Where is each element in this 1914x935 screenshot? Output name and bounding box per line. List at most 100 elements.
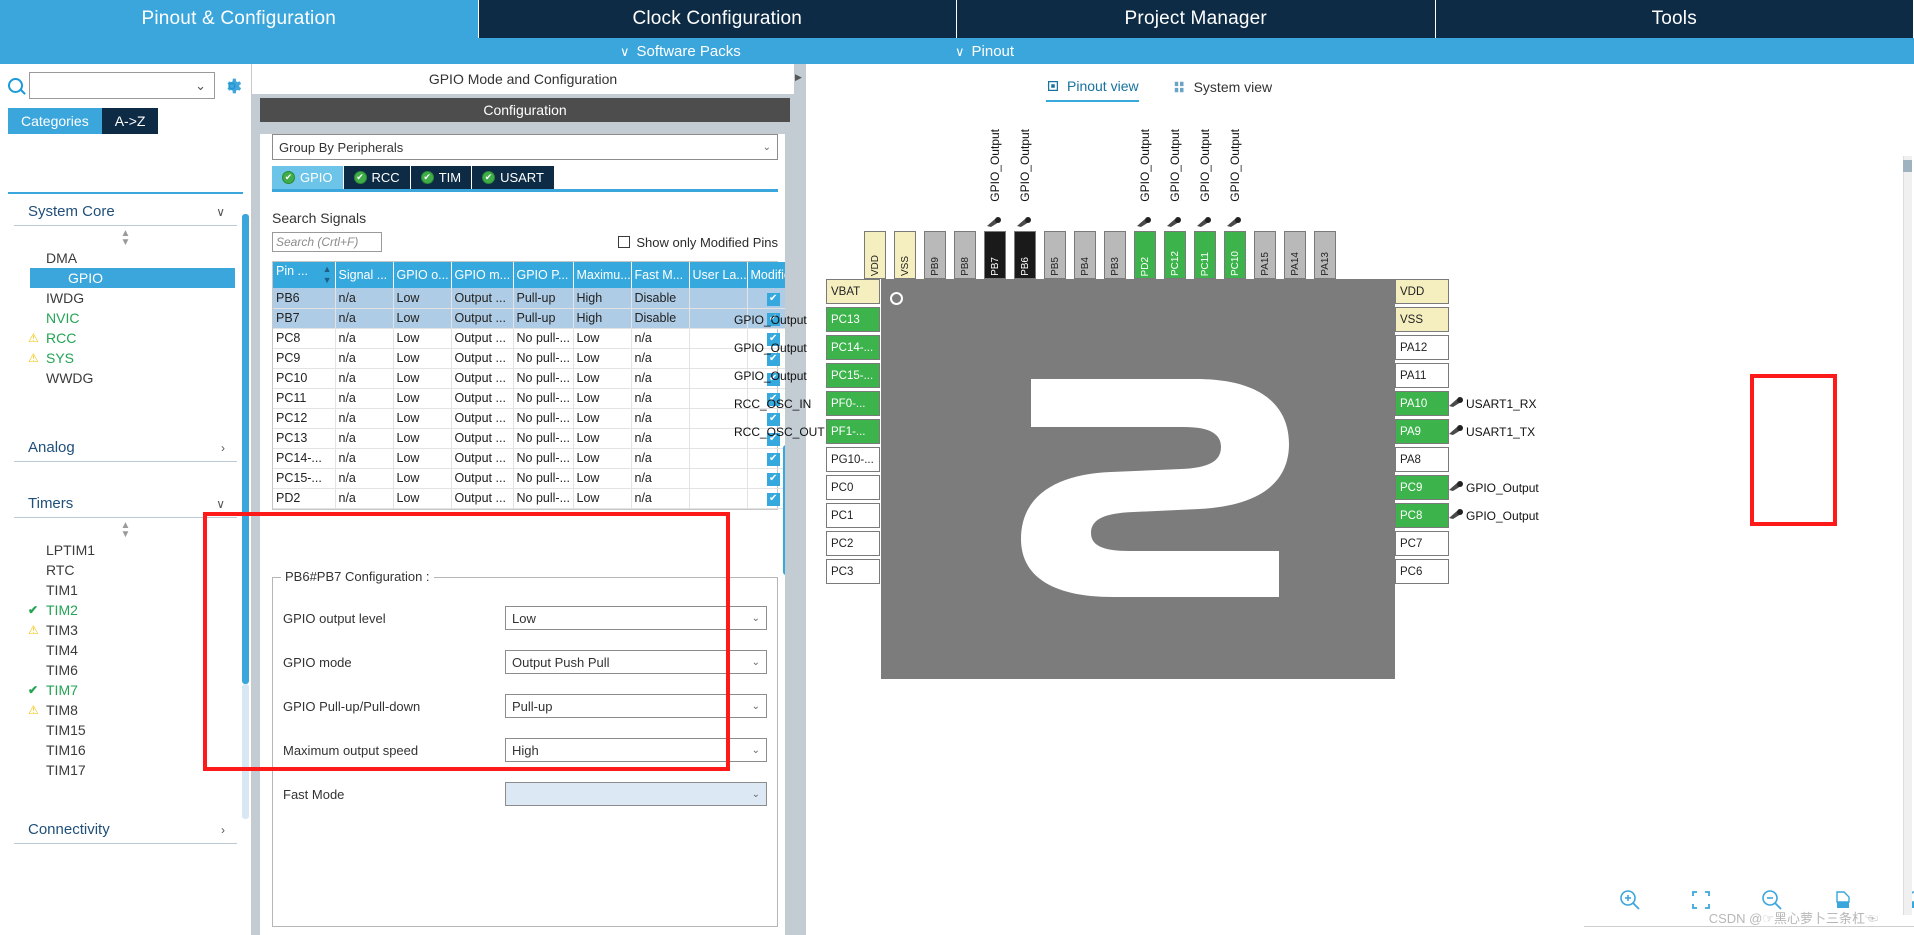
sidebar-item-tim3[interactable]: ⚠ TIM3 — [8, 620, 243, 640]
sidebar-item-tim2[interactable]: ✔ TIM2 — [8, 600, 243, 620]
panel-collapse-handle[interactable] — [794, 64, 806, 935]
tab-system-view[interactable]: System view — [1173, 78, 1272, 102]
pin-pc14[interactable]: PC14-... — [826, 335, 880, 360]
gpio-mode-select[interactable]: Output Push Pull ⌄ — [505, 650, 767, 674]
categories-list[interactable]: System Core ∨ ▲ ▼ DMA GPIO IWDG NVIC ⚠ RCC… — [8, 192, 243, 935]
sidebar-item-nvic[interactable]: NVIC — [8, 308, 243, 328]
pin-pa8[interactable]: PA8 — [1395, 447, 1449, 472]
pin-configuration-table[interactable]: Pin ... ▲ ▼ Signal ... GPIO o... GPIO m...… — [272, 261, 799, 510]
pin-pc6[interactable]: PC6 — [1395, 559, 1449, 584]
pinout-menu[interactable]: ∨ Pinout — [955, 43, 1014, 60]
zoom-in-button[interactable] — [1594, 883, 1665, 917]
table-row[interactable]: PC13 n/a Low Output ... No pull-... Low n/a ✔ — [273, 428, 799, 449]
pin-pc8[interactable]: PC8 — [1395, 503, 1449, 528]
sidebar-scrollbar-thumb[interactable] — [242, 214, 249, 684]
column-header-fast-mode[interactable]: Fast M... — [631, 262, 690, 288]
sidebar-item-tim16[interactable]: TIM16 — [8, 740, 243, 760]
pin-pb6[interactable]: PB6 — [1014, 231, 1036, 279]
table-row[interactable]: PC14-... n/a Low Output ... No pull-... Low n/… — [273, 448, 799, 469]
software-packs-menu[interactable]: ∨ Software Packs — [620, 43, 741, 60]
pin-vss[interactable]: VSS — [894, 231, 916, 279]
sidebar-item-tim17[interactable]: TIM17 — [8, 760, 243, 780]
tab-gpio[interactable]: ✔ GPIO — [272, 166, 344, 189]
sidebar-item-lptim1[interactable]: LPTIM1 — [8, 540, 243, 560]
chip-diagram[interactable]: VDD VSS PB9 PB8 GPIO_Output PB7 GPIO_Output PB6… — [734, 124, 1894, 855]
pin-vbat[interactable]: VBAT — [826, 279, 880, 304]
sidebar-item-gpio[interactable]: GPIO — [30, 268, 235, 288]
pin-pc0[interactable]: PC0 — [826, 475, 880, 500]
sidebar-item-tim8[interactable]: ⚠ TIM8 — [8, 700, 243, 720]
column-header-gpio-mode[interactable]: GPIO m... — [451, 262, 514, 288]
tab-tools[interactable]: Tools — [1435, 0, 1914, 38]
table-row[interactable]: PD2 n/a Low Output ... No pull-... Low n/a ✔ — [273, 488, 799, 509]
pin-vss[interactable]: VSS — [1395, 307, 1449, 332]
table-row[interactable]: PC10 n/a Low Output ... No pull-... Low n/a ✔ — [273, 368, 799, 389]
pin-pc13[interactable]: PC13 — [826, 307, 880, 332]
tab-pinout-view[interactable]: Pinout view — [1046, 78, 1139, 102]
sidebar-item-dma[interactable]: DMA — [8, 248, 243, 268]
pin-pc7[interactable]: PC7 — [1395, 531, 1449, 556]
sidebar-item-tim1[interactable]: TIM1 — [8, 580, 243, 600]
column-header-gpio-pull[interactable]: GPIO P... — [513, 262, 574, 288]
pin-pa9[interactable]: PA9 — [1395, 419, 1449, 444]
sidebar-item-tim6[interactable]: TIM6 — [8, 660, 243, 680]
column-header-signal[interactable]: Signal ... — [335, 262, 394, 288]
tab-a-to-z[interactable]: A->Z — [101, 108, 159, 134]
sidebar-item-sys[interactable]: ⚠ SYS — [8, 348, 243, 368]
pin-vdd[interactable]: VDD — [1395, 279, 1449, 304]
pin-pd2[interactable]: PD2 — [1134, 231, 1156, 279]
pin-pc15[interactable]: PC15-... — [826, 363, 880, 388]
pin-pc2[interactable]: PC2 — [826, 531, 880, 556]
pin-pc3[interactable]: PC3 — [826, 559, 880, 584]
pin-pb7[interactable]: PB7 — [984, 231, 1006, 279]
tab-rcc[interactable]: ✔ RCC — [343, 166, 411, 189]
pin-pb4[interactable]: PB4 — [1074, 231, 1096, 279]
pin-pf1[interactable]: PF1-... — [826, 419, 880, 444]
pin-pa10[interactable]: PA10 — [1395, 391, 1449, 416]
column-header-maximum-speed[interactable]: Maximu... — [573, 262, 632, 288]
gpio-pull-select[interactable]: Pull-up ⌄ — [505, 694, 767, 718]
scroll-spinner[interactable]: ▲ ▼ — [8, 518, 243, 540]
tab-categories[interactable]: Categories — [8, 108, 102, 134]
table-row[interactable]: PC9 n/a Low Output ... No pull-... Low n/a ✔ — [273, 348, 799, 369]
gear-icon[interactable] — [221, 75, 243, 97]
group-timers[interactable]: Timers ∨ — [14, 486, 237, 518]
pin-pc10[interactable]: PC10 — [1224, 231, 1246, 279]
fast-mode-select[interactable]: ⌄ — [505, 782, 767, 806]
tab-pinout-configuration[interactable]: Pinout & Configuration — [0, 0, 479, 38]
pin-pc9[interactable]: PC9 — [1395, 475, 1449, 500]
sidebar-item-rtc[interactable]: RTC — [8, 560, 243, 580]
pin-pc12[interactable]: PC12 — [1164, 231, 1186, 279]
group-system-core[interactable]: System Core ∨ — [14, 194, 237, 226]
sidebar-item-wwdg[interactable]: WWDG — [8, 368, 243, 388]
peripheral-search-input[interactable]: ⌄ — [29, 72, 215, 99]
group-analog[interactable]: Analog › — [14, 430, 237, 462]
gpio-output-level-select[interactable]: Low ⌄ — [505, 606, 767, 630]
table-row[interactable]: PC8 n/a Low Output ... No pull-... Low n/a ✔ — [273, 328, 799, 349]
pin-pb5[interactable]: PB5 — [1044, 231, 1066, 279]
sidebar-item-rcc[interactable]: ⚠ RCC — [8, 328, 243, 348]
pin-pg10[interactable]: PG10-... — [826, 447, 880, 472]
table-row[interactable]: PB6 n/a Low Output ... Pull-up High Disable ✔ — [273, 288, 799, 309]
sidebar-scrollbar-track[interactable] — [242, 684, 249, 819]
pin-pb8[interactable]: PB8 — [954, 231, 976, 279]
search-signals-input[interactable]: Search (Crtl+F) — [272, 232, 382, 252]
column-header-gpio-output-level[interactable]: GPIO o... — [393, 262, 452, 288]
pin-pa14[interactable]: PA14 — [1284, 231, 1306, 279]
pin-pc1[interactable]: PC1 — [826, 503, 880, 528]
table-row[interactable]: PC11 n/a Low Output ... No pull-... Low n/a ✔ — [273, 388, 799, 409]
table-row[interactable]: PB7 n/a Low Output ... Pull-up High Disable ✔ — [273, 308, 799, 329]
column-header-pin[interactable]: Pin ... ▲ ▼ — [273, 262, 336, 288]
pin-pa13[interactable]: PA13 — [1314, 231, 1336, 279]
sidebar-item-tim15[interactable]: TIM15 — [8, 720, 243, 740]
right-scrollbar-track[interactable] — [1903, 156, 1912, 915]
pin-vdd[interactable]: VDD — [864, 231, 886, 279]
pin-pa12[interactable]: PA12 — [1395, 335, 1449, 360]
sidebar-item-tim4[interactable]: TIM4 — [8, 640, 243, 660]
pin-pa15[interactable]: PA15 — [1254, 231, 1276, 279]
group-by-select[interactable]: Group By Peripherals ⌄ — [272, 134, 778, 160]
pin-pf0[interactable]: PF0-... — [826, 391, 880, 416]
pin-pc11[interactable]: PC11 — [1194, 231, 1216, 279]
scroll-spinner[interactable]: ▲ ▼ — [8, 226, 243, 248]
show-modified-pins-checkbox[interactable]: Show only Modified Pins — [618, 235, 778, 250]
